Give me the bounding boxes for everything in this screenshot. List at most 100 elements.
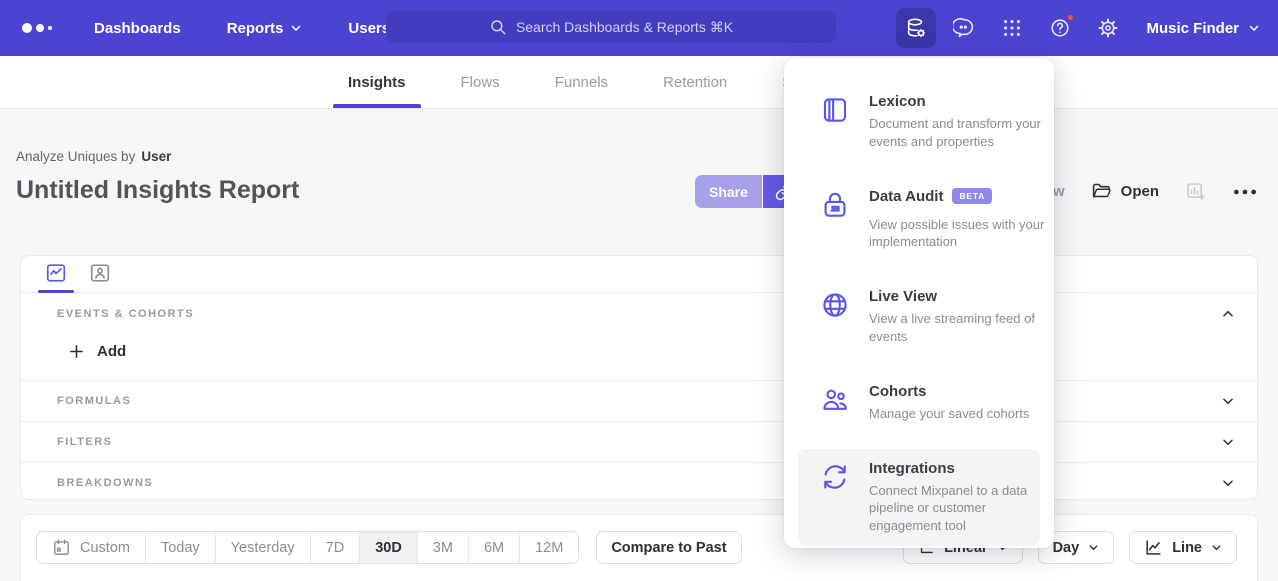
segment-label: 6M	[484, 540, 504, 556]
data-management-menu: Lexicon Document and transform your even…	[784, 58, 1054, 548]
nav-item-reports[interactable]: Reports	[213, 0, 317, 56]
menu-item-description: Document and transform your events and p…	[869, 115, 1047, 151]
tab-insights[interactable]: Insights	[345, 56, 409, 108]
menu-item-title: Integrations	[869, 460, 955, 477]
nav-item-label: Dashboards	[94, 20, 181, 37]
report-tabbar: Insights Flows Funnels Retention Signal …	[0, 56, 1278, 109]
menu-item-integrations[interactable]: Integrations Connect Mixpanel to a data …	[798, 449, 1040, 546]
ellipsis-icon	[1232, 187, 1258, 197]
chevron-down-icon	[1221, 476, 1235, 490]
tab-label: Flows	[461, 74, 500, 91]
nav-actions: Music Finder	[896, 0, 1278, 56]
section-filters[interactable]: FILTERS	[21, 421, 1257, 462]
date-range-30d[interactable]: 30D	[359, 532, 417, 563]
date-range-7d[interactable]: 7D	[310, 532, 360, 563]
menu-item-lexicon[interactable]: Lexicon Document and transform your even…	[798, 82, 1040, 162]
tab-events-mode[interactable]	[45, 262, 67, 292]
tab-retention[interactable]: Retention	[660, 56, 730, 108]
menu-item-text: Data Audit BETA View possible issues wit…	[869, 188, 1047, 252]
apps-grid-button[interactable]	[992, 8, 1032, 48]
nav-item-dashboards[interactable]: Dashboards	[80, 0, 195, 56]
more-options-button[interactable]	[1232, 187, 1258, 197]
date-controls-row: Custom Today Yesterday 7D 30D 3M 6M 12M …	[21, 515, 1257, 564]
report-toolbar: New Open	[1034, 175, 1258, 208]
messages-button[interactable]	[944, 8, 984, 48]
add-event-button[interactable]: Add	[21, 335, 1257, 380]
segment-label: Custom	[80, 540, 130, 556]
section-events-cohorts[interactable]: EVENTS & COHORTS	[21, 293, 1257, 335]
menu-item-text: Integrations Connect Mixpanel to a data …	[869, 460, 1047, 535]
chart-type-dropdown[interactable]: Line	[1129, 531, 1237, 564]
menu-item-description: Connect Mixpanel to a data pipeline or c…	[869, 482, 1047, 535]
date-range-custom[interactable]: Custom	[37, 532, 145, 563]
date-range-6m[interactable]: 6M	[468, 532, 519, 563]
breadcrumb-prefix: Analyze Uniques by	[16, 149, 135, 164]
settings-gear-icon	[1097, 17, 1119, 39]
section-label: EVENTS & COHORTS	[57, 308, 194, 320]
settings-button[interactable]	[1088, 8, 1128, 48]
menu-item-live-view[interactable]: Live View View a live streaming feed of …	[798, 277, 1040, 357]
chevron-down-icon	[290, 22, 302, 34]
menu-item-data-audit[interactable]: Data Audit BETA View possible issues wit…	[798, 177, 1040, 263]
lexicon-book-icon	[820, 93, 850, 151]
segment-label: Today	[161, 540, 200, 556]
tab-profiles-mode[interactable]	[89, 262, 111, 292]
section-label: BREAKDOWNS	[57, 477, 153, 489]
menu-item-cohorts[interactable]: Cohorts Manage your saved cohorts	[798, 372, 1040, 434]
add-to-board-button[interactable]	[1185, 181, 1206, 202]
project-name: Music Finder	[1146, 20, 1239, 37]
interval-label: Day	[1053, 540, 1080, 556]
user-profile-tab-icon	[89, 262, 111, 284]
tab-label: Funnels	[555, 74, 608, 91]
date-range-12m[interactable]: 12M	[519, 532, 578, 563]
plus-icon	[68, 343, 85, 360]
chevron-down-icon	[1211, 542, 1222, 553]
section-breakdowns[interactable]: BREAKDOWNS	[21, 462, 1257, 503]
menu-item-title: Live View	[869, 288, 937, 305]
chevron-down-icon	[1221, 394, 1235, 408]
menu-item-description: View a live streaming feed of events	[869, 310, 1047, 346]
segment-label: 7D	[326, 540, 345, 556]
nav-item-label: Reports	[227, 20, 284, 37]
folder-icon	[1091, 181, 1112, 202]
chart-controls-card: Custom Today Yesterday 7D 30D 3M 6M 12M …	[20, 514, 1258, 581]
tab-label: Insights	[348, 74, 406, 91]
open-report-button[interactable]: Open	[1091, 181, 1159, 202]
menu-item-text: Cohorts Manage your saved cohorts	[869, 383, 1047, 423]
search-icon	[489, 18, 507, 36]
search-placeholder: Search Dashboards & Reports ⌘K	[516, 19, 733, 36]
section-formulas[interactable]: FORMULAS	[21, 380, 1257, 421]
page-title[interactable]: Untitled Insights Report	[16, 176, 299, 205]
help-button[interactable]	[1040, 8, 1080, 48]
mixpanel-logo-icon[interactable]	[22, 23, 62, 33]
project-selector[interactable]: Music Finder	[1146, 20, 1260, 37]
chevron-down-icon	[1248, 22, 1260, 34]
menu-item-title: Data Audit	[869, 188, 943, 205]
data-management-icon	[905, 17, 927, 39]
menu-item-text: Lexicon Document and transform your even…	[869, 93, 1047, 151]
segment-label: 3M	[433, 540, 453, 556]
calendar-icon	[52, 538, 71, 557]
menu-item-title: Cohorts	[869, 383, 927, 400]
tab-flows[interactable]: Flows	[458, 56, 503, 108]
chevron-up-icon[interactable]	[1221, 307, 1235, 321]
menu-item-text: Live View View a live streaming feed of …	[869, 288, 1047, 346]
live-view-globe-icon	[820, 288, 850, 346]
section-label: FILTERS	[57, 436, 113, 448]
menu-item-title: Lexicon	[869, 93, 926, 110]
search-input[interactable]: Search Dashboards & Reports ⌘K	[386, 11, 836, 43]
data-management-button[interactable]	[896, 8, 936, 48]
breadcrumb-entity[interactable]: User	[141, 149, 171, 164]
active-tab-underline	[333, 104, 421, 108]
compare-to-past-button[interactable]: Compare to Past	[596, 531, 741, 564]
share-button[interactable]: Share	[695, 175, 762, 208]
date-range-yesterday[interactable]: Yesterday	[215, 532, 310, 563]
chevron-down-icon	[1221, 435, 1235, 449]
date-range-3m[interactable]: 3M	[417, 532, 468, 563]
menu-item-description: View possible issues with your implement…	[869, 216, 1047, 252]
help-notification-dot	[1066, 13, 1075, 22]
query-builder-card: EVENTS & COHORTS Add FORMULAS FILTERS BR…	[20, 255, 1258, 500]
date-range-today[interactable]: Today	[145, 532, 215, 563]
line-chart-icon	[1144, 538, 1163, 557]
tab-funnels[interactable]: Funnels	[552, 56, 611, 108]
